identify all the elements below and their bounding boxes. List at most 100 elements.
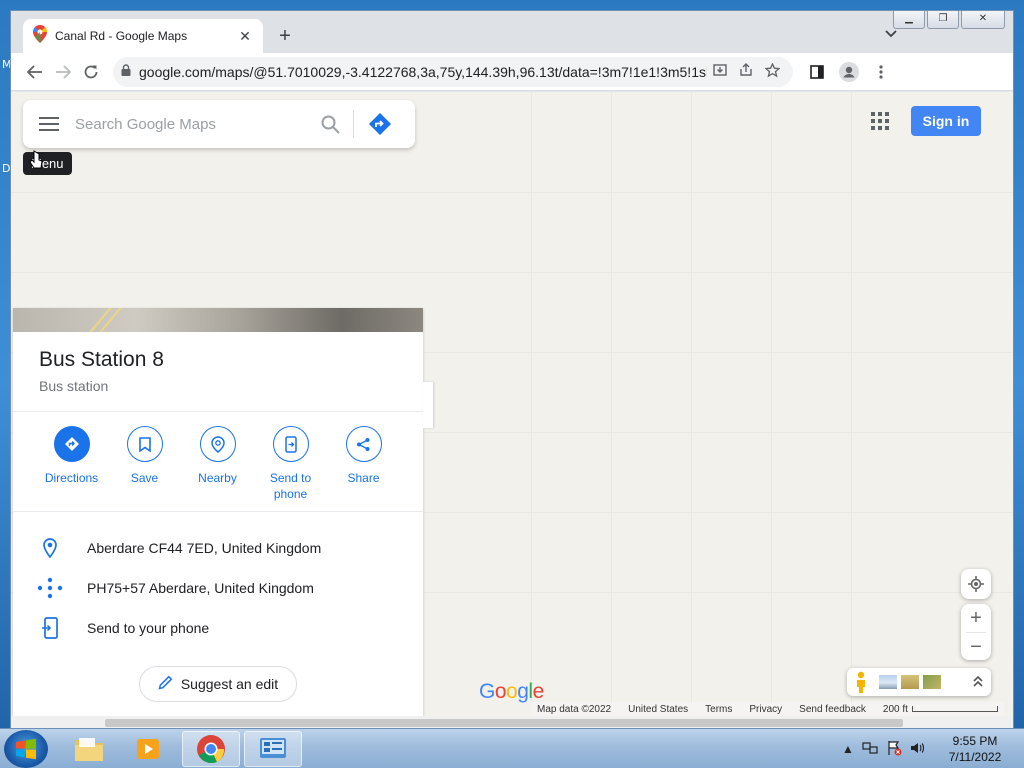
map-grid — [531, 92, 532, 716]
minimize-icon[interactable]: ▁ — [893, 11, 925, 29]
taskbar: ▲ 9:55 PM 7/11/2022 — [0, 728, 1024, 768]
bookmark-icon — [126, 426, 163, 462]
pencil-icon — [158, 675, 173, 693]
control-panel-icon[interactable] — [244, 731, 302, 767]
imagery-thumbnail[interactable] — [923, 675, 941, 689]
browser-window: Canal Rd - Google Maps ✕ + ▁ ❐ ✕ google.… — [10, 10, 1014, 730]
map-grid — [771, 92, 772, 716]
tab-title: Canal Rd - Google Maps — [55, 29, 188, 43]
logo-letter: o — [506, 680, 518, 703]
street-view-photo[interactable] — [13, 308, 423, 332]
directions-diamond-icon[interactable] — [354, 112, 406, 136]
map-grid — [851, 92, 852, 716]
search-input[interactable] — [75, 115, 307, 133]
tab-strip: Canal Rd - Google Maps ✕ + ▁ ❐ ✕ — [11, 11, 1013, 53]
map-footer: Map data ©2022 United States Terms Priva… — [531, 702, 1004, 716]
scrollbar-thumb[interactable] — [105, 719, 903, 727]
save-button[interactable]: Save — [108, 426, 181, 502]
start-windows-icon[interactable] — [4, 730, 48, 768]
imagery-thumbnail[interactable] — [879, 675, 897, 689]
phone-send-icon — [13, 617, 87, 639]
send-to-phone-button[interactable]: Send to phone — [254, 426, 327, 502]
photo-road-line — [98, 308, 123, 332]
logo-letter: e — [532, 680, 545, 703]
browser-tab[interactable]: Canal Rd - Google Maps ✕ — [23, 19, 263, 53]
side-panel-icon[interactable] — [803, 58, 831, 86]
tab-search-chevron-icon[interactable] — [885, 27, 897, 41]
expand-chevrons-icon[interactable] — [965, 675, 991, 690]
divider — [13, 411, 423, 412]
scale-label[interactable]: 200 ft — [883, 704, 908, 715]
install-app-icon[interactable] — [707, 63, 733, 80]
nearby-search-pin-icon — [199, 426, 236, 462]
map-grid — [611, 92, 612, 716]
profile-avatar-icon[interactable] — [835, 58, 863, 86]
chrome-icon[interactable] — [182, 731, 240, 767]
restore-icon[interactable]: ❐ — [927, 11, 959, 29]
show-hidden-icons-icon[interactable]: ▲ — [842, 742, 854, 756]
map-data-credit: Map data ©2022 — [537, 703, 612, 715]
logo-letter: o — [494, 680, 507, 703]
privacy-link[interactable]: Privacy — [749, 704, 782, 715]
share-page-icon[interactable] — [733, 63, 759, 80]
mouse-pointer-icon — [29, 150, 43, 175]
sign-in-button[interactable]: Sign in — [911, 106, 981, 136]
send-feedback-link[interactable]: Send feedback — [799, 704, 866, 715]
search-icon[interactable] — [307, 115, 353, 134]
forward-arrow-icon[interactable] — [49, 58, 77, 86]
logo-letter: g — [517, 680, 529, 703]
network-icon[interactable] — [862, 741, 878, 758]
hamburger-menu-icon[interactable] — [23, 117, 75, 131]
tab-close-icon[interactable]: ✕ — [237, 28, 253, 45]
collapse-panel-tab[interactable] — [423, 382, 433, 428]
send-to-phone-row[interactable]: Send to your phone — [13, 608, 423, 648]
region-link[interactable]: United States — [628, 704, 688, 715]
kebab-menu-icon[interactable] — [867, 58, 895, 86]
back-arrow-icon[interactable] — [21, 58, 49, 86]
close-window-icon[interactable]: ✕ — [961, 11, 1005, 29]
address-bar[interactable]: google.com/maps/@51.7010029,-3.4122768,3… — [113, 56, 793, 87]
clock-date: 7/11/2022 — [948, 750, 1002, 764]
google-apps-grid-icon[interactable] — [871, 112, 889, 135]
zoom-in-icon[interactable]: + — [961, 604, 991, 632]
map-viewport[interactable]: Menu Sign in Bus Station 8 Bus station — [11, 92, 1013, 716]
bookmark-star-icon[interactable] — [759, 61, 785, 81]
address-text: Aberdare CF44 7ED, United Kingdom — [87, 540, 322, 556]
imagery-thumbnail[interactable] — [901, 675, 919, 689]
map-grid — [11, 272, 1013, 273]
place-category[interactable]: Bus station — [39, 378, 108, 394]
send-to-phone-label: Send to phone — [269, 471, 312, 501]
file-explorer-icon[interactable] — [60, 731, 118, 767]
share-icon — [345, 426, 382, 462]
address-row[interactable]: Aberdare CF44 7ED, United Kingdom — [13, 528, 423, 568]
url-text: google.com/maps/@51.7010029,-3.4122768,3… — [139, 63, 707, 80]
map-grid — [691, 92, 692, 716]
taskbar-clock[interactable]: 9:55 PM 7/11/2022 — [940, 733, 1010, 765]
pegman-icon[interactable] — [847, 671, 875, 693]
terms-link[interactable]: Terms — [705, 704, 732, 715]
place-title: Bus Station 8 — [39, 348, 164, 371]
google-logo: Google — [479, 680, 544, 704]
volume-icon[interactable] — [910, 741, 926, 758]
plus-code-row[interactable]: PH75+57 Aberdare, United Kingdom — [13, 568, 423, 608]
action-center-flag-icon[interactable] — [886, 740, 902, 759]
nearby-button[interactable]: Nearby — [181, 426, 254, 502]
directions-label: Directions — [44, 471, 99, 485]
media-player-icon[interactable] — [120, 731, 178, 767]
window-controls: ▁ ❐ ✕ — [893, 11, 1005, 29]
lock-icon[interactable] — [121, 63, 131, 81]
my-location-button[interactable] — [961, 569, 991, 599]
directions-button[interactable]: Directions — [35, 426, 108, 502]
divider — [13, 511, 423, 512]
map-grid — [11, 192, 1013, 193]
new-tab-button[interactable]: + — [273, 25, 297, 47]
scale-bar[interactable] — [911, 706, 998, 712]
send-to-phone-icon — [272, 426, 309, 462]
system-tray: ▲ — [842, 729, 926, 768]
reload-icon[interactable] — [77, 58, 105, 86]
zoom-out-icon[interactable]: − — [961, 633, 991, 661]
suggest-edit-button[interactable]: Suggest an edit — [139, 666, 297, 702]
plus-code-text: PH75+57 Aberdare, United Kingdom — [87, 580, 314, 596]
share-button[interactable]: Share — [327, 426, 400, 502]
action-buttons: Directions Save Nearby Send to phone Sha… — [35, 426, 400, 502]
